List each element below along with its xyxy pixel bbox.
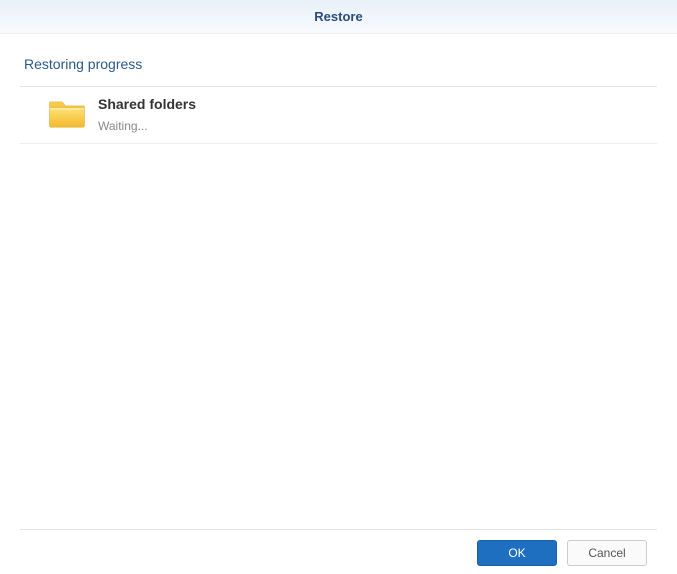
section-header-text: Restoring progress [24,56,142,72]
button-row: OK Cancel [20,540,657,566]
footer: OK Cancel [0,519,677,566]
title-bar: Restore [0,0,677,34]
window-title: Restore [314,9,362,24]
ok-button[interactable]: OK [477,540,557,566]
item-status: Waiting... [98,119,196,133]
row-text: Shared folders Waiting... [98,95,196,133]
folder-icon [48,97,86,129]
section-header: Restoring progress [0,34,677,86]
item-label: Shared folders [98,95,196,115]
footer-divider [20,529,657,530]
cancel-button[interactable]: Cancel [567,540,647,566]
list-item: Shared folders Waiting... [20,87,657,144]
